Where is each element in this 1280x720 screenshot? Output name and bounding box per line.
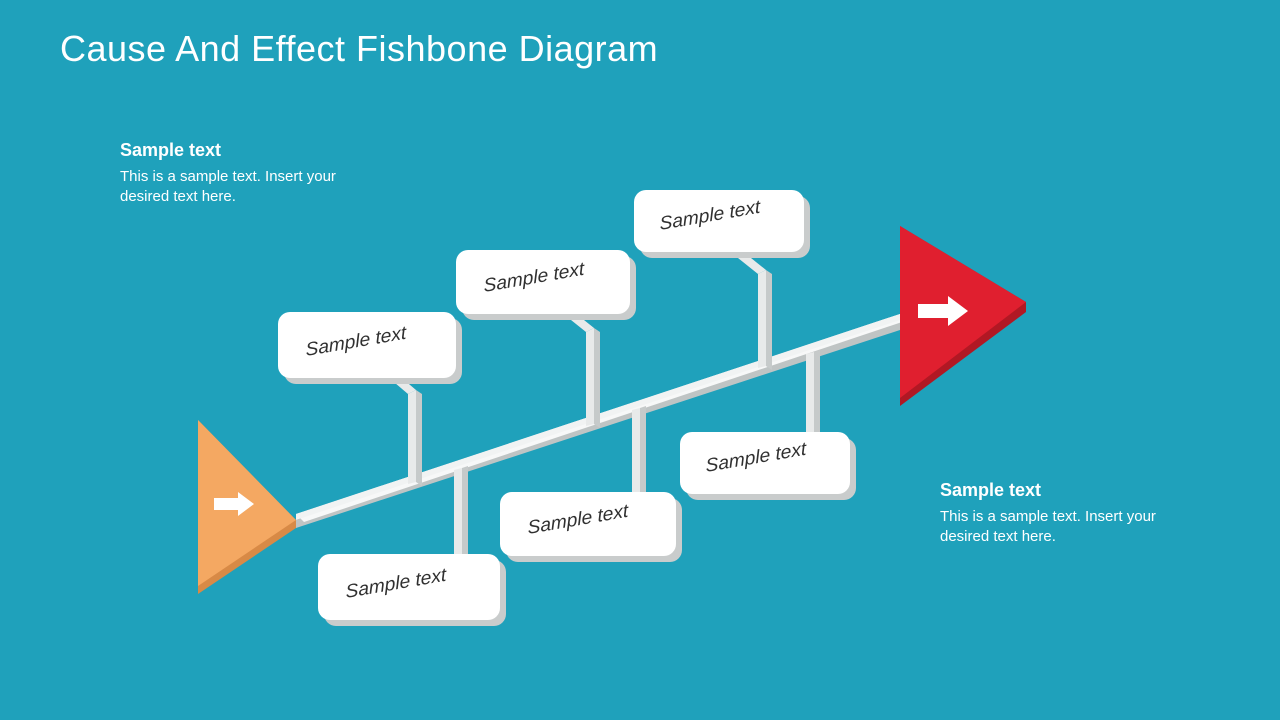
- fish-head: [900, 226, 1026, 406]
- slide-canvas: Cause And Effect Fishbone Diagram Sample…: [0, 0, 1280, 720]
- cause-card-bottom-2: Sample text: [500, 492, 682, 562]
- fish-tail: [198, 420, 296, 594]
- cause-card-bottom-3: Sample text: [680, 432, 856, 500]
- cause-card-bottom-1: Sample text: [318, 554, 506, 626]
- cause-card-top-2: Sample text: [456, 250, 636, 320]
- cause-card-top-3: Sample text: [634, 190, 810, 258]
- fishbone-diagram: Sample text Sample text Sample text Samp…: [0, 0, 1280, 720]
- cause-card-top-1: Sample text: [278, 312, 462, 384]
